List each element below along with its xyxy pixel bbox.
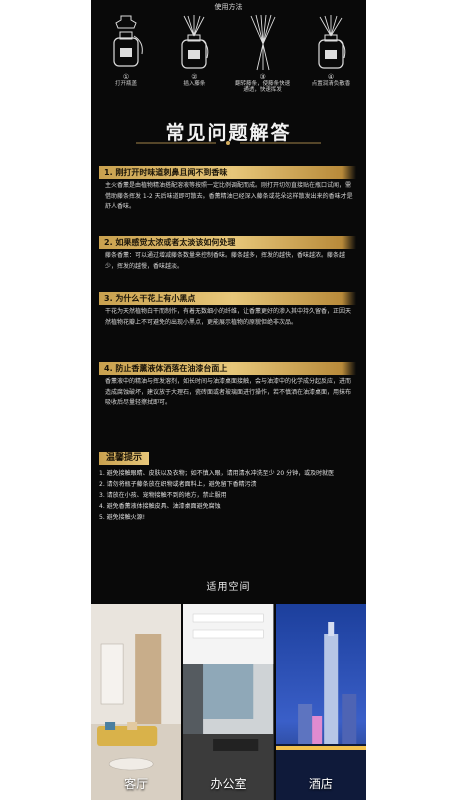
room-label: 酒店	[308, 777, 333, 791]
step-text: 点置润清负散香	[311, 81, 351, 87]
room-office: 办公室	[183, 604, 274, 800]
tips-title: 温馨提示	[99, 452, 149, 465]
faq-answer-2: 藤条香薰：可以通过增减藤条数量来控制香味。藤条越多，挥发的越快，香味越浓。藤条越…	[105, 252, 346, 270]
step-number: ③	[259, 73, 266, 81]
room-hotel: 酒店	[275, 604, 366, 800]
applicable-space-title: 适用空间	[206, 582, 251, 593]
faq-question-1: 1. 刚打开时味道刺鼻且闻不到香味	[99, 166, 356, 179]
faq-question-3: 3. 为什么干花上有小黑点	[99, 292, 356, 305]
step-text: 打开瓶盖	[114, 81, 137, 87]
tip-item: 2. 请勿将瓶子藤条放在织物或者面料上，避免留下香精污渍	[99, 481, 257, 488]
room-label: 办公室	[210, 777, 247, 791]
usage-step-1: ① 打开瓶盖	[97, 14, 155, 106]
room-gallery: 客厅 办公室 酒店	[91, 604, 366, 800]
tip-item: 1. 避免接触眼睛、皮肤以及衣物；如不慎入眼，请用清水冲洗至少 20 分钟，或及…	[99, 470, 335, 477]
hotel-image	[275, 604, 366, 800]
faq-answer-3: 干花为天然植物白干而制作，有着无数细小的纤维，让香薰更好的渗入其中持久留香，正因…	[105, 308, 352, 326]
usage-title: 使用方法	[214, 3, 243, 11]
step-text: 翻转藤条，使藤条快速通透，快速挥发	[235, 81, 291, 94]
tip-item: 3. 请放在小孩、宠物接触不到的地方，禁止服用	[99, 492, 227, 499]
step-number: ②	[191, 73, 198, 81]
step-number: ④	[327, 73, 335, 81]
diffuser-icon	[318, 15, 346, 69]
open-bottle-icon	[113, 15, 143, 67]
step-text: 插入藤条	[183, 81, 206, 87]
faq-question-2: 2. 如果感觉太浓或者太淡该如何处理	[99, 236, 356, 249]
usage-steps: ① 打开瓶盖 ② 插入藤条 ③ 翻转藤条，使藤条快速通透，快速挥发 ④ 点置润清…	[97, 14, 360, 106]
step-number: ①	[122, 73, 130, 81]
office-image	[183, 604, 274, 800]
usage-step-4: ④ 点置润清负散香	[302, 14, 360, 106]
faq-answer-4: 香薰液中的精油与挥发溶剂，如长时间与油漆桌面接触，会与油漆中的化学成分起反应，进…	[105, 378, 352, 406]
faq-question-4: 4. 防止香薰液体洒落在油漆台面上	[99, 362, 356, 375]
living-room-image	[91, 604, 182, 800]
tip-item: 4. 避免香薰液体接触皮具、油漆桌面避免腐蚀	[99, 503, 221, 510]
tips-list: 1. 避免接触眼睛、皮肤以及衣物；如不慎入眼，请用清水冲洗至少 20 分钟，或及…	[99, 468, 357, 523]
usage-step-2: ② 插入藤条	[165, 14, 223, 106]
usage-step-3: ③ 翻转藤条，使藤条快速通透，快速挥发	[234, 14, 292, 106]
tip-item: 5. 避免接触火源!	[99, 514, 146, 521]
flip-reeds-icon	[250, 14, 276, 71]
heading-divider	[136, 141, 321, 145]
product-detail-page: 使用方法 ① 打开瓶盖 ② 插入藤条 ③ 翻转藤条，使藤条快速通透，快速挥发 ④…	[91, 0, 366, 800]
insert-reeds-icon	[181, 15, 209, 69]
room-label: 客厅	[124, 777, 149, 791]
faq-answer-1: 主火香薰是由植物精油搭配溶液等按照一定比例调配而成。刚打开切勿直接贴在瓶口试闻，…	[105, 182, 353, 210]
room-living-room: 客厅	[91, 604, 182, 800]
